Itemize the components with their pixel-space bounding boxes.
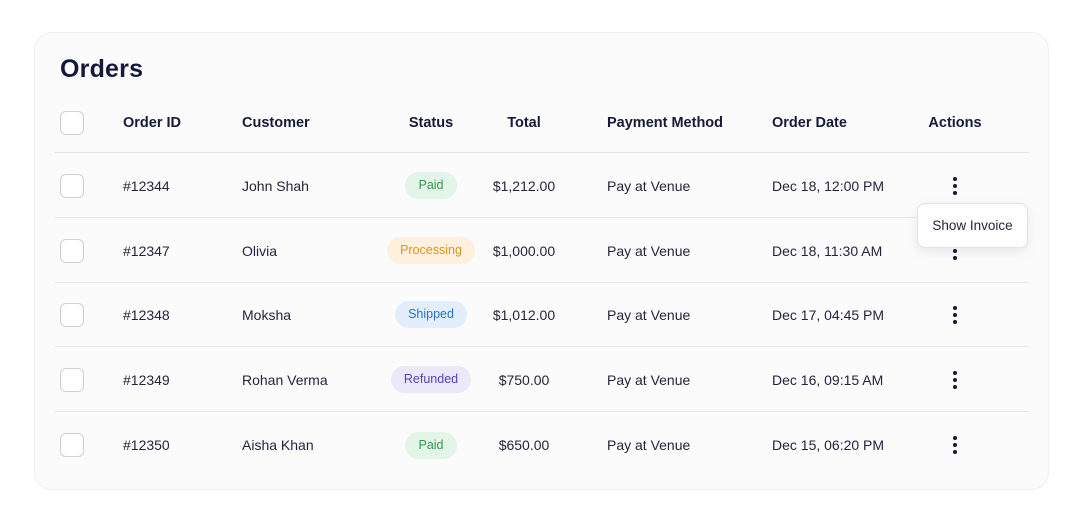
order-date: Dec 18, 11:30 AM xyxy=(772,242,883,259)
row-checkbox[interactable] xyxy=(60,238,84,263)
column-header-total[interactable]: Total xyxy=(473,93,575,152)
order-total: $1,212.00 xyxy=(492,177,556,194)
order-id: #12347 xyxy=(123,242,170,259)
payment-method: Pay at Venue xyxy=(607,177,691,194)
customer-name: Aisha Khan xyxy=(242,437,314,453)
order-date: Dec 16, 09:15 AM xyxy=(772,371,884,388)
table-row: #12347 Olivia Processing $1,000.00 Pay a… xyxy=(55,219,1029,283)
select-all-checkbox[interactable] xyxy=(60,110,84,135)
payment-method: Pay at Venue xyxy=(607,371,691,388)
more-vertical-icon[interactable] xyxy=(943,431,967,459)
order-id: #12344 xyxy=(123,177,170,194)
order-total: $1,000.00 xyxy=(492,242,556,259)
order-id: #12348 xyxy=(123,306,170,323)
payment-method: Pay at Venue xyxy=(607,437,691,453)
row-checkbox[interactable] xyxy=(60,367,84,392)
column-header-actions: Actions xyxy=(928,114,982,131)
row-checkbox[interactable] xyxy=(60,433,84,457)
more-vertical-icon[interactable] xyxy=(943,172,967,200)
order-date: Dec 18, 12:00 PM xyxy=(772,177,885,194)
column-header-order-id[interactable]: Order ID xyxy=(123,93,181,152)
row-checkbox[interactable] xyxy=(60,173,84,198)
row-checkbox[interactable] xyxy=(60,302,84,327)
orders-card: Orders Order ID Customer Status Total Pa… xyxy=(34,32,1049,490)
table-row: #12349 Rohan Verma Refunded $750.00 Pay … xyxy=(55,348,1029,412)
order-id: #12350 xyxy=(123,437,170,453)
page-title: Orders xyxy=(60,55,144,83)
payment-method: Pay at Venue xyxy=(607,242,691,259)
order-date: Dec 17, 04:45 PM xyxy=(772,306,885,323)
more-vertical-icon[interactable] xyxy=(943,366,967,394)
more-vertical-icon[interactable] xyxy=(943,301,967,329)
status-badge: Processing xyxy=(387,237,475,264)
order-date: Dec 15, 06:20 PM xyxy=(772,437,885,453)
order-total: $1,012.00 xyxy=(492,306,556,323)
status-badge: Paid xyxy=(405,431,457,459)
customer-name: Rohan Verma xyxy=(242,371,328,388)
column-header-payment-method[interactable]: Payment Method xyxy=(607,93,723,152)
order-id: #12349 xyxy=(123,371,170,388)
customer-name: John Shah xyxy=(242,177,309,194)
order-total: $650.00 xyxy=(498,437,550,453)
table-row: #12344 John Shah Paid $1,212.00 Pay at V… xyxy=(55,154,1029,218)
status-badge: Shipped xyxy=(395,301,467,328)
customer-name: Moksha xyxy=(242,306,292,323)
status-badge: Paid xyxy=(405,172,457,199)
status-badge: Refunded xyxy=(390,366,472,393)
table-row: #12348 Moksha Shipped $1,012.00 Pay at V… xyxy=(55,283,1029,347)
customer-name: Olivia xyxy=(242,242,278,259)
column-header-order-date[interactable]: Order Date xyxy=(772,93,847,152)
table-row: #12350 Aisha Khan Paid $650.00 Pay at Ve… xyxy=(55,413,1029,477)
order-total: $750.00 xyxy=(498,371,550,388)
column-header-customer[interactable]: Customer xyxy=(242,93,310,152)
payment-method: Pay at Venue xyxy=(607,306,691,323)
show-invoice-menu-item[interactable]: Show Invoice xyxy=(917,203,1028,248)
table-header: Order ID Customer Status Total Payment M… xyxy=(55,93,1029,153)
